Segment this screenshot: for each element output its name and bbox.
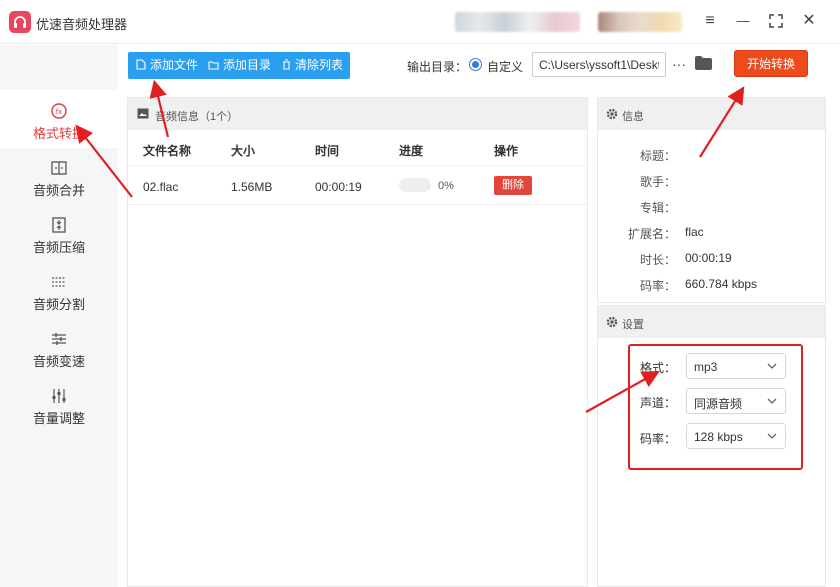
split-icon [52,277,66,287]
app-title: 优速音频处理器 [36,17,128,32]
table-row[interactable]: 02.flac 1.56MB 00:00:19 0% 删除 [128,165,587,205]
info-key: 专辑： [639,201,676,215]
volume-adjust-icon [52,389,66,403]
blurred-account-info [598,12,682,32]
sidebar-item-label: 音频变速 [32,354,85,369]
maximize-icon [769,14,783,28]
add-file-label: 添加文件 [150,58,199,72]
minimize-button[interactable]: — [731,10,755,32]
add-folder-label: 添加目录 [223,58,272,72]
info-key: 扩展名： [627,227,676,241]
info-value: 660.784 kbps [685,277,758,291]
clear-list-button[interactable]: 清除列表 [282,52,343,79]
panel-header: 音频信息（1个） [128,98,587,130]
panel-header: 信息 [598,98,825,130]
divider [117,89,120,138]
merge-icon [51,161,67,175]
folder-icon [695,56,712,70]
sidebar-item-merge[interactable]: 音频合并 [0,155,118,211]
custom-dir-label: 自定义 [487,60,524,74]
info-value: 00:00:19 [685,251,732,265]
more-options-button[interactable]: ··· [670,53,688,75]
info-key: 码率： [639,279,676,293]
panel-header: 设置 [598,306,825,338]
info-key: 时长： [639,253,676,267]
info-value: flac [685,225,704,239]
gear-icon [606,108,618,120]
file-actions-group: 添加文件 添加目录 清除列表 [128,52,350,79]
blurred-account-info [455,12,580,32]
gear-icon [606,316,618,328]
column-header: 时间 [315,144,340,158]
sidebar-item-label: 音频合并 [32,183,85,198]
sidebar-item-label: 音频分割 [32,297,85,312]
trash-icon [283,59,290,70]
column-header: 操作 [494,144,519,158]
sidebar-item-format-convert[interactable]: fx 格式转换 [0,90,118,148]
menu-icon[interactable]: ≡ [698,10,722,32]
progress-bar [399,178,431,192]
file-icon [136,59,146,70]
clear-list-label: 清除列表 [295,58,344,72]
add-folder-button[interactable]: 添加目录 [208,52,271,79]
sidebar-item-label: 音频压缩 [32,240,85,255]
close-button[interactable]: ✕ [797,10,821,32]
info-panel: 信息 标题： 歌手： 专辑： 扩展名： flac 时长： 00:00:19 码率… [597,97,826,303]
sidebar-item-compress[interactable]: 音频压缩 [0,212,118,268]
file-list-panel: 音频信息（1个） 文件名称 大小 时间 进度 操作 02.flac 1.56MB… [127,97,588,587]
column-header: 进度 [399,144,424,158]
progress-text: 0% [438,180,454,192]
maximize-button[interactable] [764,10,788,32]
compress-icon [52,217,66,233]
sidebar-item-split[interactable]: 音频分割 [0,269,118,325]
file-size: 1.56MB [231,180,273,194]
sidebar: fx 格式转换 音频合并 音频压缩 音频分割 音频变速 音量调整 [0,45,118,587]
output-path-input[interactable] [532,52,666,77]
sidebar-item-label: 音量调整 [32,411,85,426]
headphones-icon [14,16,26,28]
column-header: 文件名称 [143,144,192,158]
add-file-button[interactable]: 添加文件 [136,52,198,79]
file-duration: 00:00:19 [315,180,362,194]
info-key: 歌手： [639,175,676,189]
sidebar-item-label: 格式转换 [32,126,85,141]
panel-title: 信息 [622,111,644,123]
speed-icon [52,333,66,345]
start-convert-button[interactable]: 开始转换 [734,50,808,77]
image-icon [137,108,149,119]
sidebar-item-speed[interactable]: 音频变速 [0,326,118,382]
sidebar-item-volume[interactable]: 音量调整 [0,383,118,439]
format-convert-icon: fx [51,103,67,119]
info-key: 标题： [639,149,676,163]
app-logo [9,11,31,33]
annotation-box [628,344,803,470]
panel-title: 音频信息（1个） [155,111,239,123]
toolbar: 添加文件 添加目录 清除列表 输出目录： 自定义 ··· 开始转换 [118,45,840,89]
title-bar: 优速音频处理器 ≡ — ✕ [0,0,840,44]
folder-icon [208,61,219,70]
panel-title: 设置 [622,319,644,331]
open-folder-button[interactable] [695,56,712,73]
file-name: 02.flac [143,180,179,194]
output-dir-label: 输出目录： [407,60,468,74]
svg-text:fx: fx [56,108,63,116]
column-header: 大小 [231,144,256,158]
custom-dir-radio[interactable] [469,58,482,71]
delete-button[interactable]: 删除 [494,176,532,195]
